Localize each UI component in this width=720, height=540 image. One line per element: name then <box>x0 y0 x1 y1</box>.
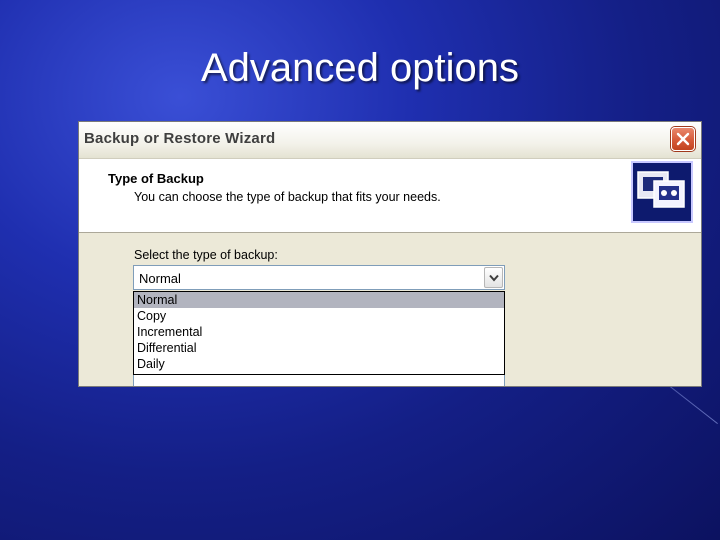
chevron-down-icon <box>489 274 499 282</box>
dropdown-button[interactable] <box>484 267 503 288</box>
header-subtitle: You can choose the type of backup that f… <box>134 190 441 204</box>
close-icon <box>676 132 690 146</box>
option-copy[interactable]: Copy <box>134 308 504 324</box>
backup-wizard-icon <box>631 161 693 223</box>
wizard-header: Type of Backup You can choose the type o… <box>79 159 701 233</box>
backup-type-options: Normal Copy Incremental Differential Dai… <box>133 291 505 375</box>
backup-type-label: Select the type of backup: <box>134 248 278 262</box>
dialog-title: Backup or Restore Wizard <box>84 130 276 147</box>
option-incremental[interactable]: Incremental <box>134 324 504 340</box>
dialog-titlebar[interactable]: Backup or Restore Wizard <box>79 122 701 159</box>
hidden-field-edge <box>133 375 505 386</box>
option-normal[interactable]: Normal <box>134 292 504 308</box>
backup-type-select[interactable]: Normal <box>133 265 505 290</box>
option-differential[interactable]: Differential <box>134 340 504 356</box>
backup-type-value: Normal <box>139 271 181 286</box>
slide-title: Advanced options <box>200 46 519 90</box>
close-button[interactable] <box>671 127 695 151</box>
backup-wizard-dialog: Backup or Restore Wizard Type of Backup … <box>78 121 702 387</box>
header-title: Type of Backup <box>108 171 204 186</box>
option-daily[interactable]: Daily <box>134 356 504 372</box>
